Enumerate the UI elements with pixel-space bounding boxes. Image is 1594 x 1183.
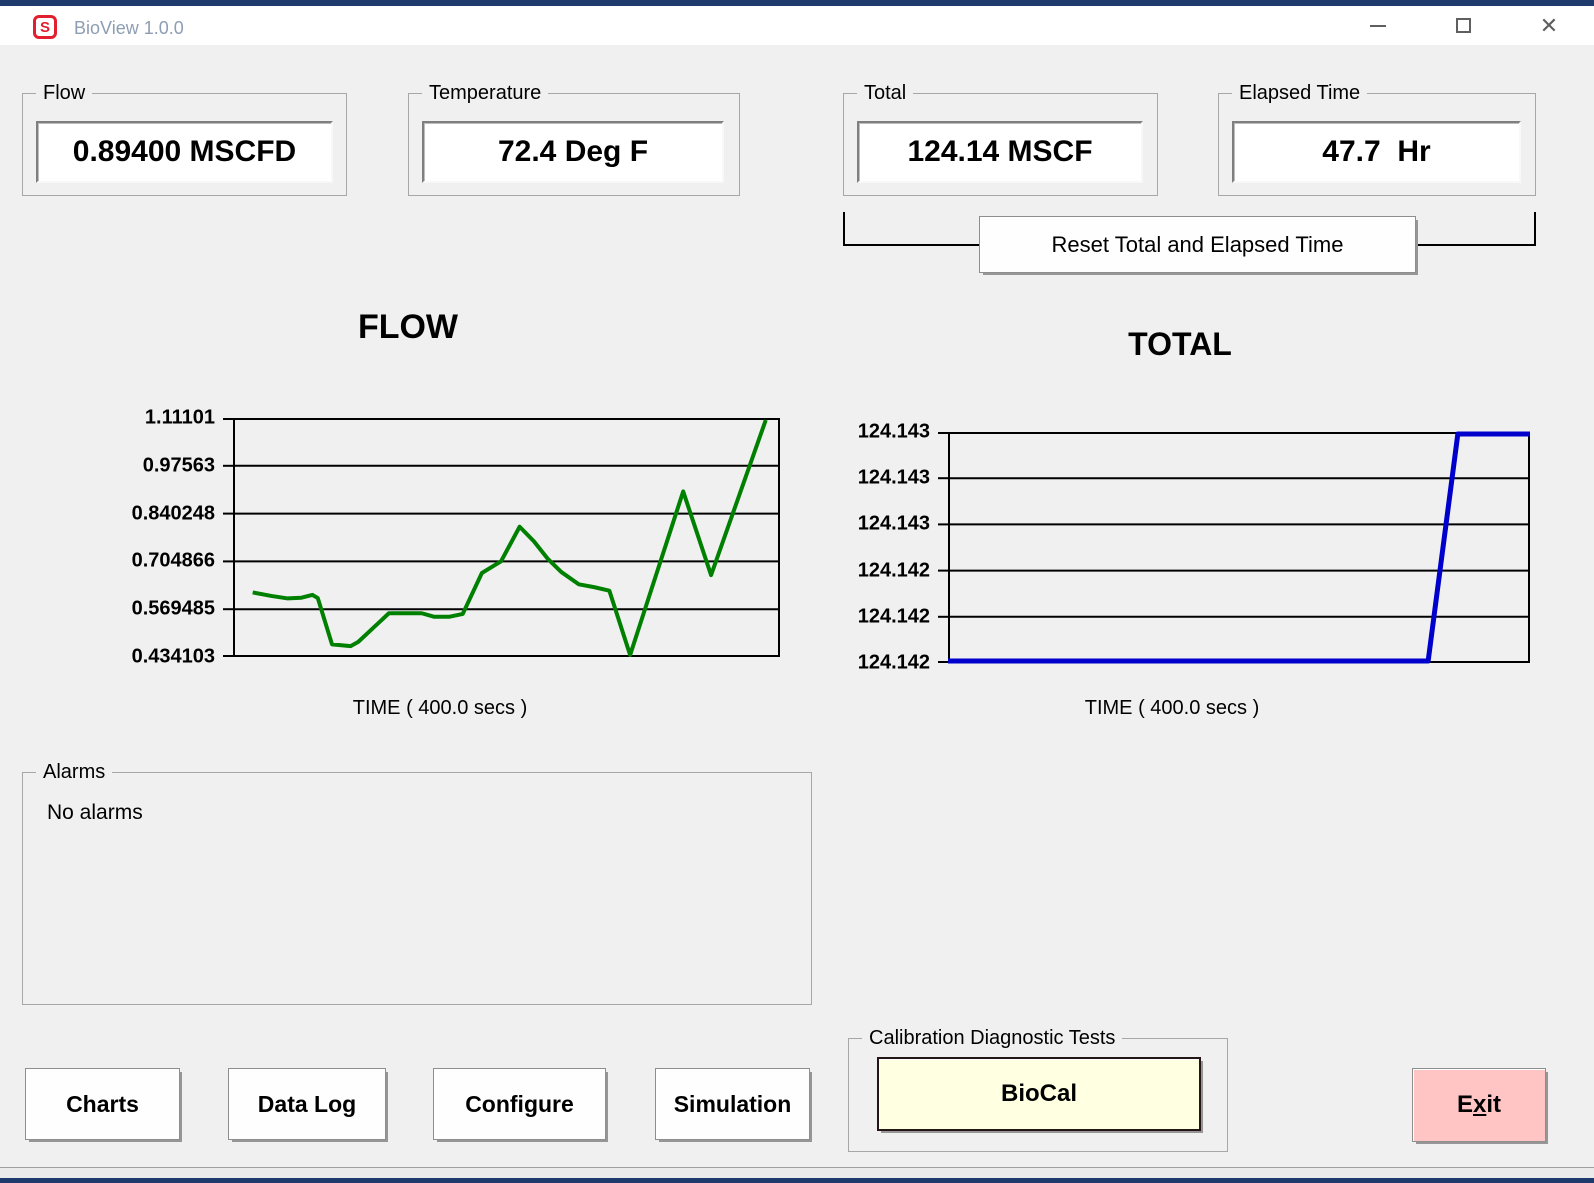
total-ytick: 124.142 [858,559,930,582]
window-title: BioView 1.0.0 [74,18,184,39]
elapsed-time-group-label: Elapsed Time [1232,82,1367,105]
flow-value-display: 0.89400 MSCFD [36,121,333,183]
maximize-button[interactable] [1440,6,1486,45]
flow-ytick: 1.11101 [145,407,215,430]
flow-ytick: 0.840248 [132,502,215,525]
elapsed-time-groupbox: Elapsed Time 47.7 Hr [1218,93,1536,196]
temperature-groupbox: Temperature 72.4 Deg F [408,93,740,196]
simulation-button[interactable]: Simulation [655,1068,810,1140]
flow-groupbox: Flow 0.89400 MSCFD [22,93,347,196]
flow-ytick: 0.704866 [132,550,215,573]
alarms-group-label: Alarms [36,761,112,784]
temperature-value-display: 72.4 Deg F [422,121,724,183]
app-icon: S [33,15,57,39]
bracket-left-vertical [843,212,845,246]
alarms-groupbox: Alarms No alarms [22,772,812,1005]
alarms-message: No alarms [47,801,143,825]
bioview-window: S BioView 1.0.0 ✕ Flow 0.89400 MSCFD Tem… [0,0,1594,1183]
flow-ytick: 0.97563 [143,454,215,477]
total-group-label: Total [857,82,913,105]
close-button[interactable]: ✕ [1526,6,1572,45]
total-ytick: 124.143 [858,421,930,444]
calibration-groupbox: Calibration Diagnostic Tests BioCal [848,1038,1228,1152]
flow-ytick: 0.434103 [132,646,215,669]
configure-button[interactable]: Configure [433,1068,606,1140]
flow-ytick: 0.569485 [132,598,215,621]
elapsed-time-value-display: 47.7 Hr [1232,121,1521,183]
total-ytick: 124.143 [858,467,930,490]
exit-label: Exit [1457,1091,1501,1119]
flow-time-label: TIME ( 400.0 secs ) [340,697,540,720]
total-chart-title: TOTAL [1080,326,1280,363]
titlebar: S BioView 1.0.0 ✕ [0,6,1594,45]
bracket-right-vertical [1534,212,1536,246]
total-ytick: 124.142 [858,605,930,628]
total-chart: 124.143124.143124.143124.142124.142124.1… [936,432,1530,663]
minimize-icon [1370,25,1386,27]
exit-button[interactable]: Exit [1412,1068,1546,1142]
total-groupbox: Total 124.14 MSCF [843,93,1158,196]
maximize-icon [1456,18,1471,33]
bracket-right-horizontal [1414,244,1536,246]
flow-group-label: Flow [36,82,92,105]
biocal-button[interactable]: BioCal [877,1057,1201,1131]
flow-chart-title: FLOW [308,308,508,347]
minimize-button[interactable] [1355,6,1401,45]
temperature-group-label: Temperature [422,82,548,105]
reset-total-button[interactable]: Reset Total and Elapsed Time [979,216,1416,273]
close-icon: ✕ [1540,15,1558,37]
bracket-left-horizontal [843,244,983,246]
total-ytick: 124.143 [858,513,930,536]
total-value-display: 124.14 MSCF [857,121,1143,183]
charts-button[interactable]: Charts [25,1068,180,1140]
total-time-label: TIME ( 400.0 secs ) [1072,697,1272,720]
calibration-group-label: Calibration Diagnostic Tests [862,1027,1122,1050]
flow-chart: 1.111010.975630.8402480.7048660.5694850.… [221,418,780,657]
total-ytick: 124.142 [858,652,930,675]
data-log-button[interactable]: Data Log [228,1068,386,1140]
window-bottom-border [0,1178,1594,1183]
bottom-area [0,1168,1594,1178]
